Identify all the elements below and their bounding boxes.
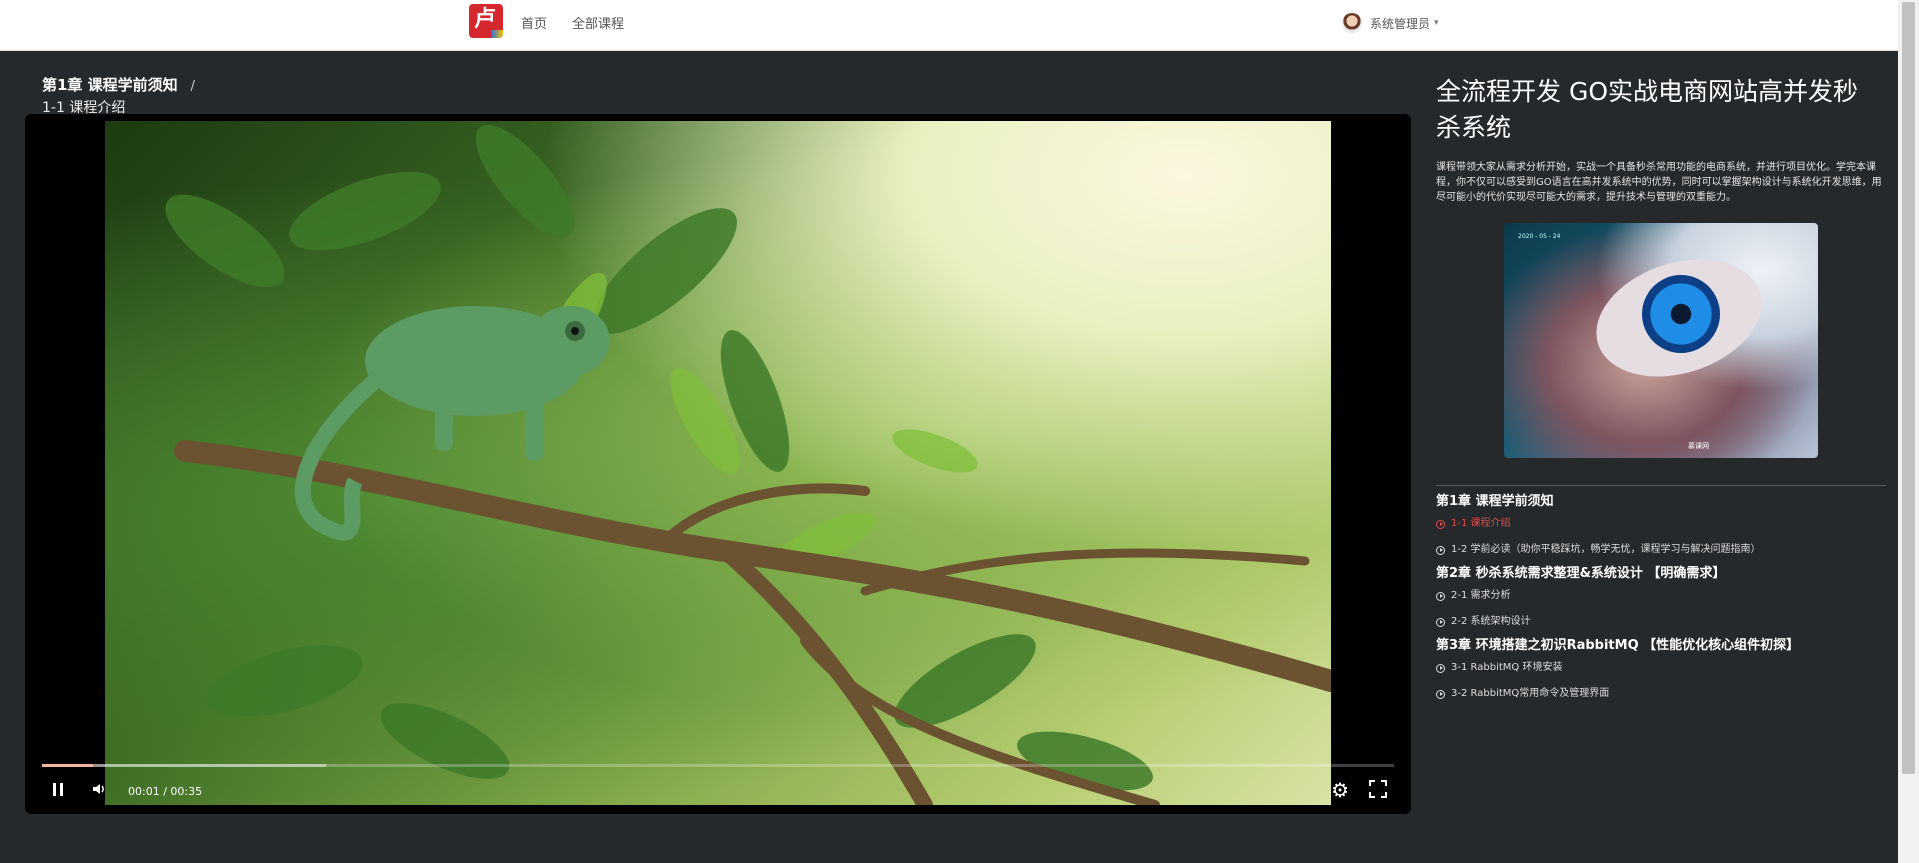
lesson-item[interactable]: 3-2 RabbitMQ常用命令及管理界面 <box>1436 681 1896 707</box>
cover-date: 2020 - 05 - 24 <box>1518 233 1561 240</box>
nav-all-courses-link[interactable]: 全部课程 <box>572 13 624 32</box>
video-frame[interactable] <box>105 121 1331 805</box>
avatar <box>1342 13 1362 33</box>
play-circle-icon <box>1436 591 1445 601</box>
play-circle-icon <box>1436 689 1445 699</box>
video-player[interactable]: 00:01 / 00:35 ⚙ <box>25 114 1411 814</box>
scrollbar-thumb[interactable] <box>1902 2 1915 774</box>
lesson-label: 1-1 课程介绍 <box>1451 518 1511 529</box>
logo-glyph: 卢 <box>474 7 497 32</box>
lesson-label: 1-2 学前必读（助你平稳踩坑，畅学无忧，课程学习与解决问题指南） <box>1451 544 1761 555</box>
play-circle-icon <box>1436 617 1445 627</box>
play-circle-icon <box>1436 663 1445 673</box>
pause-icon[interactable] <box>53 781 67 801</box>
logo-stripe <box>491 30 503 38</box>
top-navbar: 卢 首页 全部课程 系统管理员 ▾ <box>0 0 1898 51</box>
volume-icon[interactable] <box>91 781 107 802</box>
user-menu[interactable]: 系统管理员 ▾ <box>1342 13 1439 33</box>
breadcrumb-chapter[interactable]: 第1章 课程学前须知 <box>42 76 178 94</box>
divider <box>1436 485 1886 486</box>
gear-icon[interactable]: ⚙ <box>1331 780 1349 800</box>
user-name: 系统管理员 <box>1370 16 1431 31</box>
played-bar <box>42 764 94 767</box>
lesson-item[interactable]: 2-2 系统架构设计 <box>1436 609 1896 635</box>
chapter-list: 第1章 课程学前须知 1-1 课程介绍 1-2 学前必读（助你平稳踩坑，畅学无忧… <box>1436 493 1896 707</box>
course-title: 全流程开发 GO实战电商网站高并发秒杀系统 <box>1436 77 1858 142</box>
course-description: 课程带领大家从需求分析开始，实战一个具备秒杀常用功能的电商系统，并进行项目优化。… <box>1436 162 1882 203</box>
breadcrumb-separator: / <box>190 79 195 94</box>
lesson-item-active[interactable]: 1-1 课程介绍 <box>1436 511 1896 537</box>
chapter-title: 第2章 秒杀系统需求整理&系统设计 【明确需求】 <box>1436 566 1726 581</box>
play-circle-icon <box>1436 519 1445 529</box>
video-scene <box>165 124 1331 805</box>
nav-home-link[interactable]: 首页 <box>521 13 547 32</box>
course-cover-image: 2020 - 05 - 24 慕课网 <box>1504 223 1818 458</box>
lesson-label: 3-2 RabbitMQ常用命令及管理界面 <box>1451 688 1610 699</box>
lesson-label: 2-2 系统架构设计 <box>1451 616 1531 627</box>
lesson-label: 3-1 RabbitMQ 环境安装 <box>1451 662 1563 673</box>
cover-iris <box>1642 275 1720 353</box>
chapter-title: 第1章 课程学前须知 <box>1436 494 1554 509</box>
caret-down-icon: ▾ <box>1434 18 1439 28</box>
play-circle-icon <box>1436 545 1445 555</box>
site-logo[interactable]: 卢 <box>469 4 503 38</box>
page-scrollbar[interactable] <box>1898 0 1919 863</box>
lesson-item[interactable]: 3-1 RabbitMQ 环境安装 <box>1436 655 1896 681</box>
lesson-item[interactable]: 2-1 需求分析 <box>1436 583 1896 609</box>
fullscreen-icon[interactable] <box>1369 780 1387 803</box>
player-controls: 00:01 / 00:35 ⚙ <box>25 764 1411 814</box>
lesson-label: 2-1 需求分析 <box>1451 590 1511 601</box>
chapter-title: 第3章 环境搭建之初识RabbitMQ 【性能优化核心组件初探】 <box>1436 638 1800 653</box>
progress-bar[interactable] <box>42 764 1394 767</box>
lesson-item[interactable]: 1-2 学前必读（助你平稳踩坑，畅学无忧，课程学习与解决问题指南） <box>1436 537 1896 563</box>
cover-badge: 慕课网 <box>1688 442 1709 450</box>
time-display: 00:01 / 00:35 <box>128 785 203 798</box>
